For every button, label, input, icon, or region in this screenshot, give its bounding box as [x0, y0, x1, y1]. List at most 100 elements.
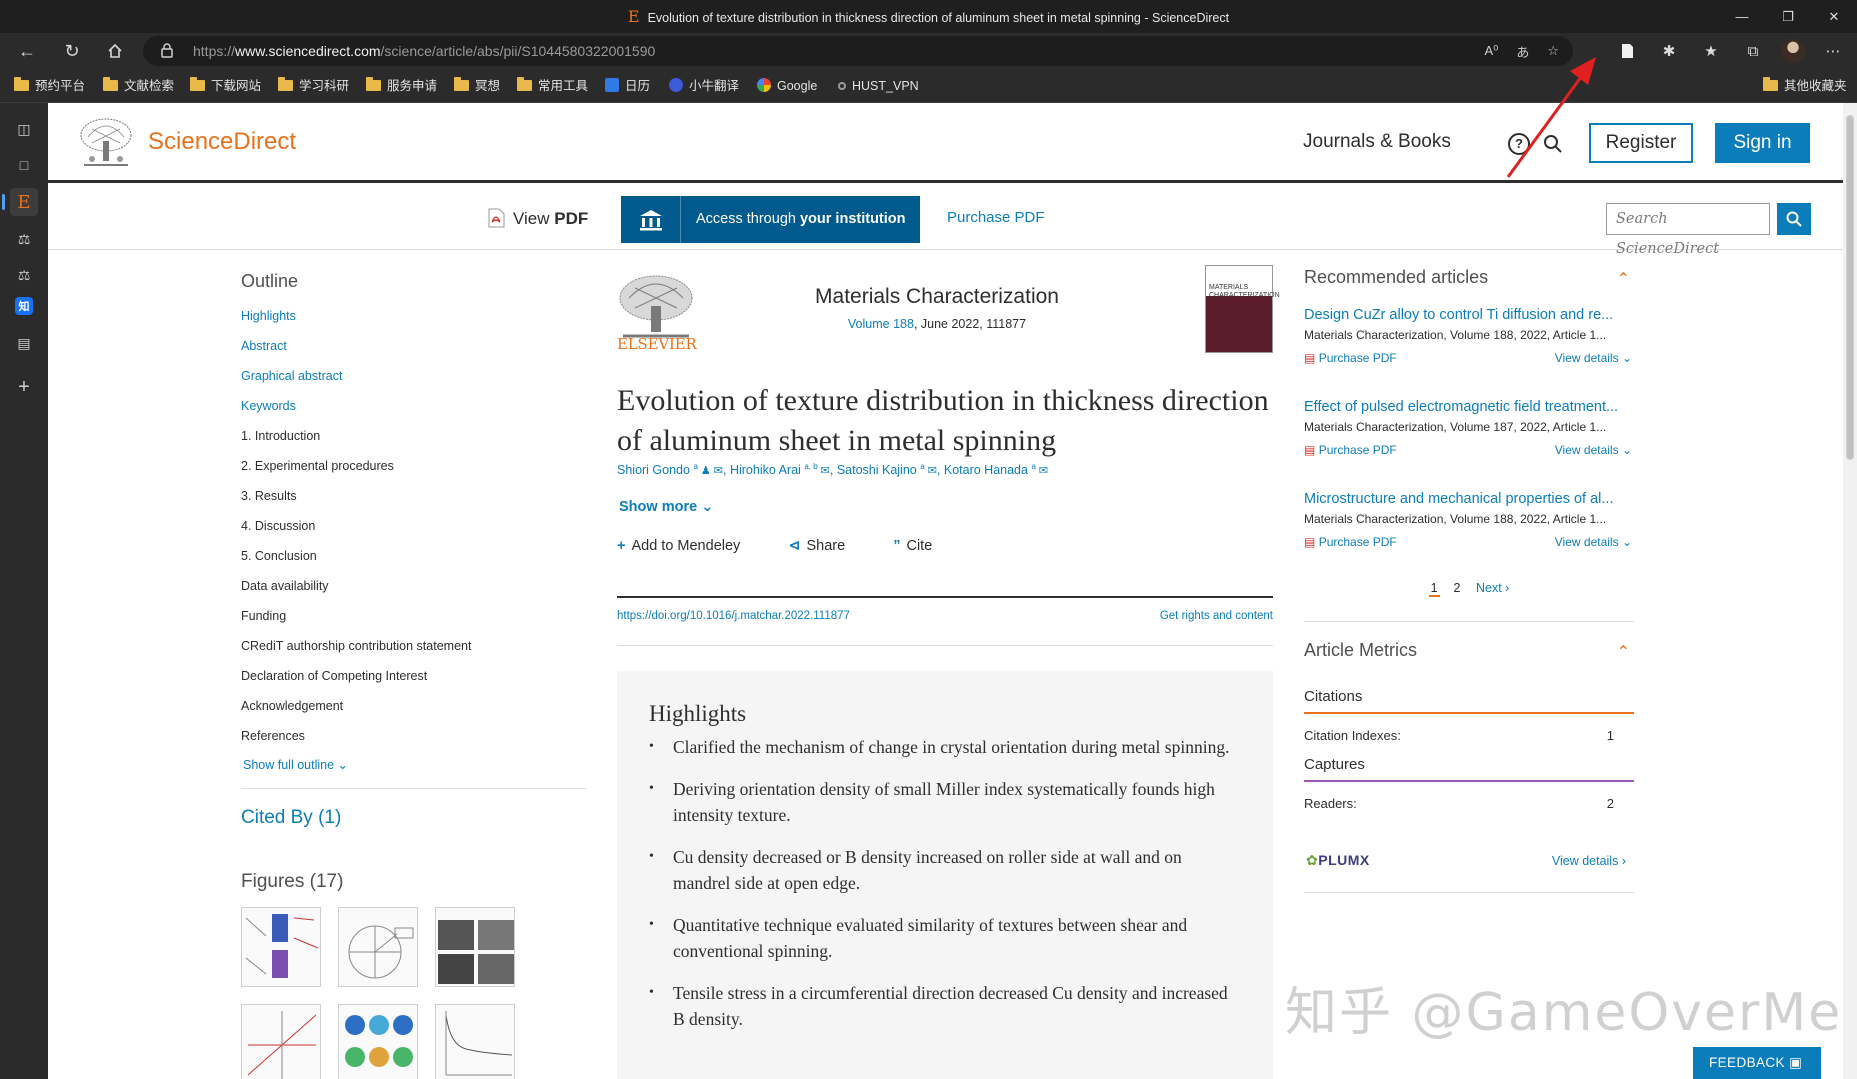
- bookmark-item[interactable]: Google: [757, 69, 817, 103]
- bookmark-item[interactable]: 服务申请: [366, 69, 437, 103]
- restore-icon[interactable]: ❐: [1765, 0, 1811, 33]
- figure-thumbnail[interactable]: [241, 1004, 321, 1079]
- purchase-pdf-link[interactable]: Purchase PDF: [947, 209, 1045, 226]
- reading-list-icon[interactable]: [1613, 37, 1641, 65]
- rights-link[interactable]: Get rights and content: [1160, 610, 1273, 622]
- share-button[interactable]: ⊲ Share: [788, 538, 867, 554]
- elsevier-tree-logo[interactable]: [78, 117, 134, 169]
- view-details-button[interactable]: View details ⌄: [1555, 351, 1632, 365]
- scrollbar-thumb[interactable]: [1846, 115, 1854, 460]
- bookmark-item[interactable]: 下载网站: [190, 69, 261, 103]
- address-bar[interactable]: https://www.sciencedirect.com/science/ar…: [143, 36, 1573, 66]
- read-aloud-icon[interactable]: A⁰: [1484, 43, 1498, 59]
- journals-books-link[interactable]: Journals & Books: [1303, 131, 1451, 153]
- outline-item[interactable]: Acknowledgement: [241, 696, 591, 726]
- figure-thumbnail[interactable]: [338, 907, 418, 987]
- author-link[interactable]: Hirohiko Arai a, b: [730, 462, 818, 477]
- collections-icon[interactable]: ⧉: [1739, 37, 1767, 65]
- bookmark-item[interactable]: 常用工具: [517, 69, 588, 103]
- figure-thumbnail[interactable]: [338, 1004, 418, 1079]
- email-icon[interactable]: ✉: [821, 465, 830, 477]
- back-icon[interactable]: ←: [12, 37, 42, 65]
- volume-link[interactable]: Volume 188: [848, 317, 914, 331]
- view-details-button[interactable]: View details ⌄: [1555, 443, 1632, 457]
- journal-cover-thumbnail[interactable]: MATERIALS CHARACTERIZATION: [1205, 265, 1280, 353]
- page-icon[interactable]: □: [10, 151, 38, 179]
- journal-title[interactable]: Materials Characterization: [717, 285, 1157, 309]
- search-submit-button[interactable]: [1777, 203, 1811, 235]
- outline-item[interactable]: Keywords: [241, 396, 591, 426]
- author-link[interactable]: Satoshi Kajino a: [837, 462, 925, 477]
- access-institution-button[interactable]: Access through your institution: [621, 196, 920, 243]
- plumx-view-details-link[interactable]: View details ›: [1552, 854, 1626, 868]
- zhihu-icon[interactable]: 知: [15, 297, 33, 315]
- page-1-button[interactable]: 1: [1428, 581, 1440, 597]
- author-link[interactable]: Shiori Gondo a: [617, 462, 698, 477]
- refresh-icon[interactable]: ↻: [57, 37, 87, 65]
- sciencedirect-brand[interactable]: ScienceDirect: [148, 128, 296, 156]
- article-metrics-heading[interactable]: Article Metrics ⌃: [1304, 640, 1634, 666]
- tabs-icon[interactable]: ◫: [10, 115, 38, 143]
- bookmark-item[interactable]: 小牛翻译: [669, 69, 739, 103]
- bookmark-item[interactable]: 学习科研: [278, 69, 349, 103]
- bookmark-item[interactable]: 文献检索: [103, 69, 174, 103]
- outline-item[interactable]: Graphical abstract: [241, 366, 591, 396]
- app-icon[interactable]: ▤: [10, 329, 38, 357]
- figure-thumbnail[interactable]: [435, 907, 515, 987]
- bookmark-item[interactable]: 预约平台: [14, 69, 85, 103]
- outline-item[interactable]: References: [241, 726, 591, 756]
- bookmark-item[interactable]: 日历: [605, 69, 650, 103]
- figure-thumbnail[interactable]: [435, 1004, 515, 1079]
- bookmark-item[interactable]: HUST_VPN: [838, 69, 919, 103]
- profile-avatar[interactable]: [1781, 39, 1805, 63]
- outline-item[interactable]: 1. Introduction: [241, 426, 591, 456]
- purchase-pdf-link[interactable]: ▤ Purchase PDF: [1304, 443, 1397, 457]
- figure-thumbnail[interactable]: [241, 907, 321, 987]
- purchase-pdf-link[interactable]: ▤ Purchase PDF: [1304, 535, 1397, 549]
- cited-by-link[interactable]: Cited By (1): [241, 807, 591, 829]
- person-icon[interactable]: ♟: [701, 465, 711, 477]
- email-icon[interactable]: ✉: [714, 465, 723, 477]
- outline-item[interactable]: 2. Experimental procedures: [241, 456, 591, 486]
- doi-link[interactable]: https://doi.org/10.1016/j.matchar.2022.1…: [617, 610, 850, 622]
- feedback-button[interactable]: FEEDBACK ▣: [1693, 1047, 1821, 1079]
- cite-button[interactable]: ” Cite: [893, 538, 954, 554]
- email-icon[interactable]: ✉: [1039, 465, 1048, 477]
- bookmark-item[interactable]: 冥想: [454, 69, 500, 103]
- outline-item[interactable]: Abstract: [241, 336, 591, 366]
- recommended-title-link[interactable]: Effect of pulsed electromagnetic field t…: [1304, 399, 1629, 415]
- add-to-mendeley-button[interactable]: + Add to Mendeley: [617, 538, 762, 554]
- close-window-icon[interactable]: ✕: [1811, 0, 1857, 33]
- outline-item[interactable]: Highlights: [241, 306, 591, 336]
- search-sciencedirect-input[interactable]: Search ScienceDirect: [1606, 203, 1770, 257]
- outline-item[interactable]: 5. Conclusion: [241, 546, 591, 576]
- recommended-heading[interactable]: Recommended articles ⌃: [1304, 267, 1634, 293]
- purchase-pdf-link[interactable]: ▤ Purchase PDF: [1304, 351, 1397, 365]
- recommended-title-link[interactable]: Microstructure and mechanical properties…: [1304, 491, 1629, 507]
- view-details-button[interactable]: View details ⌄: [1555, 535, 1632, 549]
- outline-item[interactable]: Declaration of Competing Interest: [241, 666, 591, 696]
- more-menu-icon[interactable]: ⋯: [1819, 37, 1847, 65]
- page-scrollbar[interactable]: [1843, 103, 1857, 1079]
- extension-icon[interactable]: ⚖: [10, 225, 38, 253]
- bookmark-other-folder[interactable]: 其他收藏夹: [1763, 69, 1847, 103]
- home-icon[interactable]: [100, 37, 130, 65]
- plumx-logo[interactable]: ✿PLUMX: [1306, 852, 1370, 869]
- page-2-button[interactable]: 2: [1454, 581, 1461, 595]
- outline-item[interactable]: 3. Results: [241, 486, 591, 516]
- extensions-icon[interactable]: ✱: [1655, 37, 1683, 65]
- recommended-title-link[interactable]: Design CuZr alloy to control Ti diffusio…: [1304, 307, 1629, 323]
- favorites-icon[interactable]: ★: [1697, 37, 1725, 65]
- outline-item[interactable]: Funding: [241, 606, 591, 636]
- add-icon[interactable]: +: [10, 373, 38, 401]
- sign-in-button[interactable]: Sign in: [1715, 123, 1810, 163]
- minimize-icon[interactable]: —: [1719, 0, 1765, 33]
- view-pdf-button[interactable]: View PDF: [488, 208, 588, 229]
- outline-item[interactable]: Data availability: [241, 576, 591, 606]
- outline-item[interactable]: 4. Discussion: [241, 516, 591, 546]
- extension-icon[interactable]: ⚖: [10, 261, 38, 289]
- next-page-button[interactable]: Next ›: [1476, 581, 1509, 595]
- show-full-outline-button[interactable]: Show full outline ⌄: [241, 757, 591, 772]
- author-link[interactable]: Kotaro Hanada a: [944, 462, 1036, 477]
- elsevier-e-icon[interactable]: E: [2, 188, 38, 216]
